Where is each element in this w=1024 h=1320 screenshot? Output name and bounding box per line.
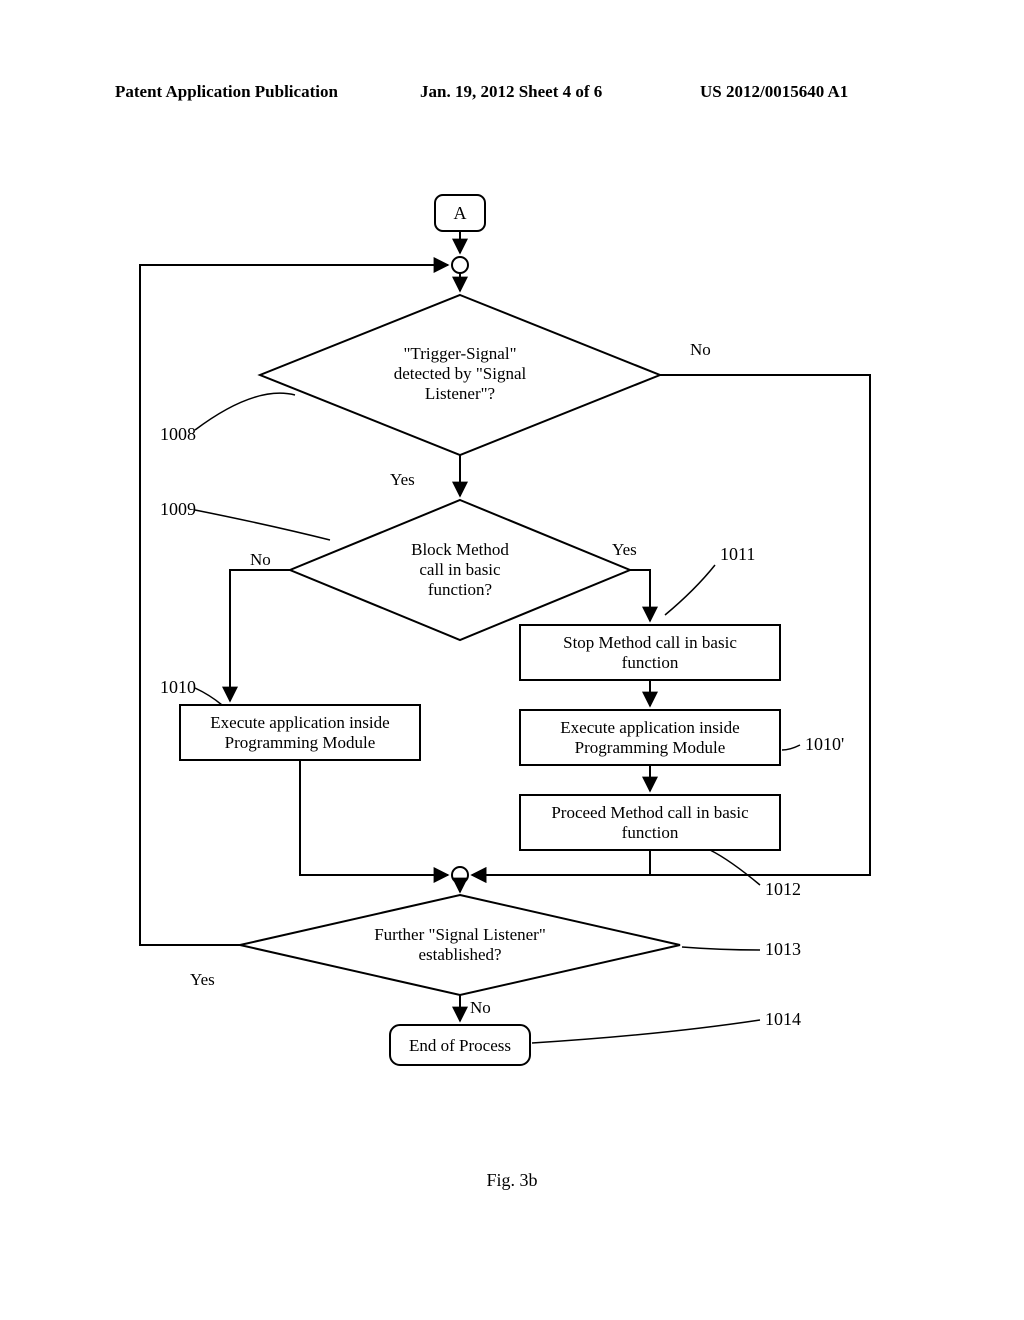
junction-mid — [452, 867, 468, 883]
ref-1010p: 1010' — [805, 734, 844, 754]
process-1011-l2: function — [622, 653, 679, 672]
d1013-no: No — [470, 998, 491, 1017]
decision-1009-l1: Block Method — [411, 540, 509, 559]
connector-a-label: A — [454, 203, 467, 223]
process-1012-l2: function — [622, 823, 679, 842]
process-1010-l1: Execute application inside — [210, 713, 389, 732]
decision-1009-l2: call in basic — [419, 560, 501, 579]
page: Patent Application Publication Jan. 19, … — [0, 0, 1024, 1320]
decision-1008-l1: "Trigger-Signal" — [403, 344, 516, 363]
ref-1008: 1008 — [160, 424, 196, 444]
decision-1013-l1: Further "Signal Listener" — [374, 925, 546, 944]
figure-caption: Fig. 3b — [0, 1170, 1024, 1191]
header-left: Patent Application Publication — [115, 82, 338, 102]
decision-1008-l2: detected by "Signal — [394, 364, 527, 383]
process-1010p-l2: Programming Module — [575, 738, 726, 757]
d1009-no: No — [250, 550, 271, 569]
process-1011-l1: Stop Method call in basic — [563, 633, 737, 652]
ref-1009: 1009 — [160, 499, 196, 519]
process-1012-l1: Proceed Method call in basic — [551, 803, 749, 822]
terminator-end-l1: End of Process — [409, 1036, 511, 1055]
header-right: US 2012/0015640 A1 — [700, 82, 848, 102]
header-mid: Jan. 19, 2012 Sheet 4 of 6 — [420, 82, 602, 102]
decision-1009-l3: function? — [428, 580, 492, 599]
d1013-yes: Yes — [190, 970, 215, 989]
ref-1010: 1010 — [160, 677, 196, 697]
d1008-no: No — [690, 340, 711, 359]
d1009-yes: Yes — [612, 540, 637, 559]
ref-1013: 1013 — [765, 939, 801, 959]
d1008-yes: Yes — [390, 470, 415, 489]
junction-top — [452, 257, 468, 273]
decision-1013-l2: established? — [418, 945, 501, 964]
page-header: Patent Application Publication Jan. 19, … — [0, 82, 1024, 112]
flowchart: A "Trigger-Signal" detected by "Signal L… — [100, 195, 920, 1145]
ref-1014: 1014 — [765, 1009, 801, 1029]
decision-1008-l3: Listener"? — [425, 384, 495, 403]
ref-1012: 1012 — [765, 879, 801, 899]
process-1010p-l1: Execute application inside — [560, 718, 739, 737]
process-1010-l2: Programming Module — [225, 733, 376, 752]
ref-1011: 1011 — [720, 544, 755, 564]
